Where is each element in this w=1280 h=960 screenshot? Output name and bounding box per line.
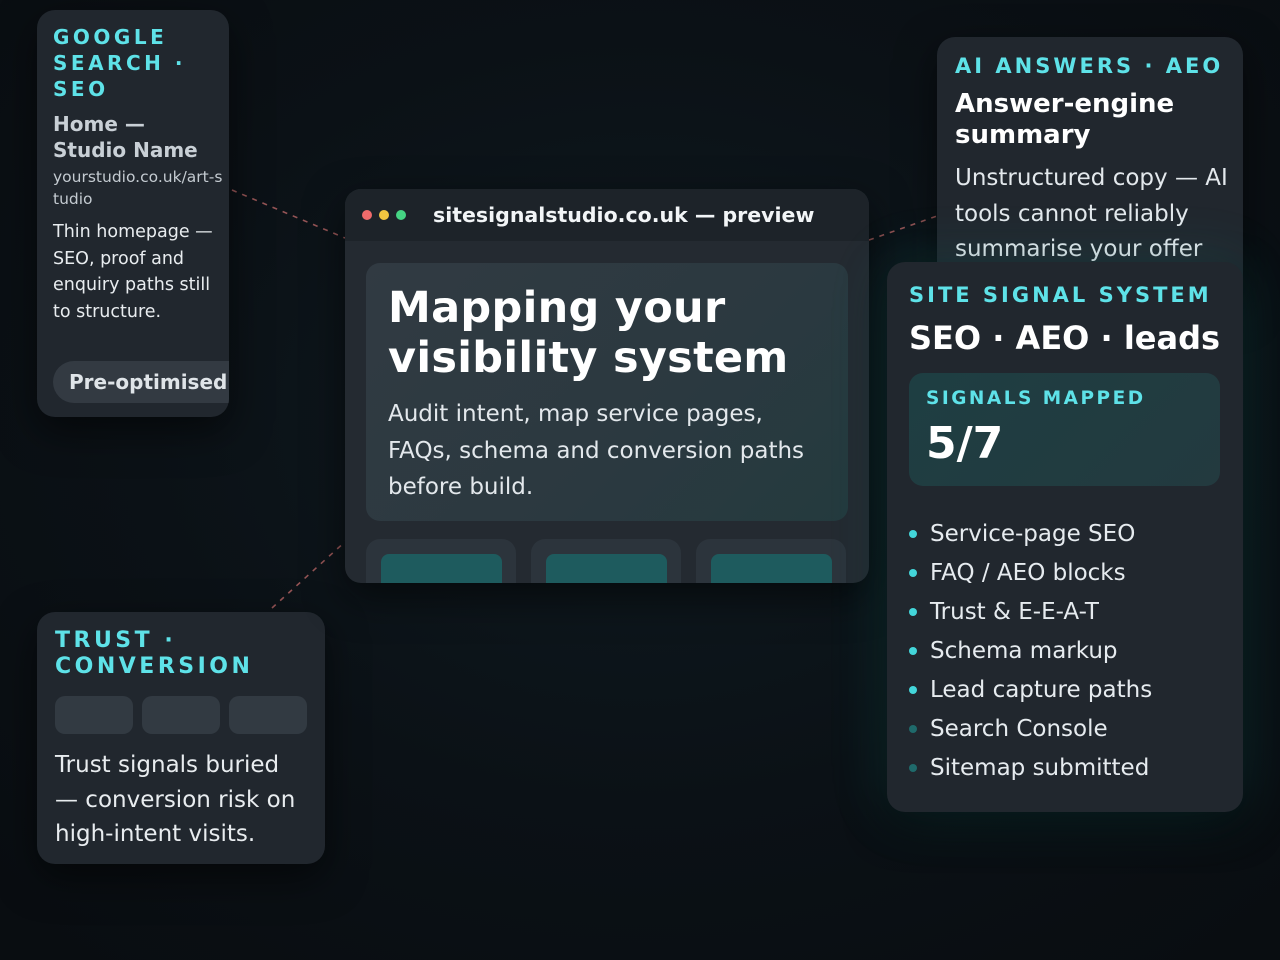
trust-placeholder-blocks bbox=[55, 696, 307, 734]
seo-card: GOOGLE SEARCH · SEO Home — Studio Name y… bbox=[37, 10, 229, 417]
trust-placeholder-block bbox=[55, 696, 133, 734]
list-item: Service-page SEO bbox=[909, 514, 1152, 553]
serp-url: yourstudio.co.uk/art-studio bbox=[53, 168, 223, 208]
preview-tile bbox=[366, 539, 516, 583]
browser-toolbar: sitesignalstudio.co.uk — preview bbox=[345, 189, 869, 241]
bullet-dot-icon bbox=[909, 529, 917, 538]
signal-label: Service-page SEO bbox=[930, 520, 1136, 547]
trust-placeholder-block bbox=[142, 696, 220, 734]
metric-label: SIGNALS MAPPED bbox=[926, 388, 1146, 409]
system-title: SEO · AEO · leads bbox=[909, 319, 1221, 357]
signal-label: Lead capture paths bbox=[930, 676, 1153, 703]
ai-title: Answer-engine summary bbox=[955, 89, 1175, 150]
seo-eyebrow: GOOGLE SEARCH · SEO bbox=[53, 25, 186, 101]
bullet-dot-icon bbox=[909, 568, 917, 577]
ai-eyebrow: AI ANSWERS · AEO bbox=[955, 54, 1224, 78]
metric-value: 5/7 bbox=[926, 418, 1004, 469]
bullet-dot-icon bbox=[909, 763, 917, 772]
bullet-dot-icon bbox=[909, 685, 917, 694]
close-dot-icon[interactable] bbox=[362, 210, 372, 220]
preview-tile-fill bbox=[711, 554, 832, 583]
signal-list: Service-page SEO FAQ / AEO blocks Trust … bbox=[909, 514, 1152, 787]
hero-subtitle: Audit intent, map service pages, FAQs, s… bbox=[388, 401, 805, 500]
signal-label: Trust & E-E-A-T bbox=[930, 598, 1099, 625]
trust-description: Trust signals buried — conversion risk o… bbox=[55, 752, 296, 847]
list-item: FAQ / AEO blocks bbox=[909, 553, 1152, 592]
status-pill: Pre-optimised bbox=[53, 361, 229, 403]
system-eyebrow: SITE SIGNAL SYSTEM bbox=[909, 283, 1212, 307]
trust-card: TRUST · CONVERSION Trust signals buried … bbox=[37, 612, 325, 864]
connector-trust-browser bbox=[271, 539, 348, 609]
preview-tile-fill bbox=[381, 554, 502, 583]
ai-answers-card: AI ANSWERS · AEO Answer-engine summary U… bbox=[937, 37, 1243, 297]
signal-label: Sitemap submitted bbox=[930, 754, 1150, 781]
browser-url[interactable]: sitesignalstudio.co.uk — preview bbox=[433, 203, 814, 227]
minimize-dot-icon[interactable] bbox=[379, 210, 389, 220]
serp-title: Home — Studio Name bbox=[53, 112, 198, 162]
list-item: Schema markup bbox=[909, 631, 1152, 670]
connector-browser-ai bbox=[868, 215, 938, 241]
signal-label: Schema markup bbox=[930, 637, 1118, 664]
trust-eyebrow: TRUST · CONVERSION bbox=[55, 628, 254, 679]
list-item: Search Console bbox=[909, 709, 1152, 748]
list-item: Sitemap submitted bbox=[909, 748, 1152, 787]
signal-label: FAQ / AEO blocks bbox=[930, 559, 1126, 586]
list-item: Lead capture paths bbox=[909, 670, 1152, 709]
preview-tile-fill bbox=[546, 554, 667, 583]
serp-description: Thin homepage — SEO, proof and enquiry p… bbox=[53, 222, 213, 322]
site-signal-system-card: SITE SIGNAL SYSTEM SEO · AEO · leads SIG… bbox=[887, 262, 1243, 812]
bullet-dot-icon bbox=[909, 724, 917, 733]
signals-mapped-metric: SIGNALS MAPPED 5/7 bbox=[909, 373, 1220, 486]
preview-tile bbox=[696, 539, 846, 583]
list-item: Trust & E-E-A-T bbox=[909, 592, 1152, 631]
signal-label: Search Console bbox=[930, 715, 1108, 742]
browser-preview: sitesignalstudio.co.uk — preview Mapping… bbox=[345, 189, 869, 583]
preview-tile bbox=[531, 539, 681, 583]
connector-seo-browser bbox=[231, 189, 346, 239]
trust-placeholder-block bbox=[229, 696, 307, 734]
bullet-dot-icon bbox=[909, 607, 917, 616]
hero-panel: Mapping your visibility system Audit int… bbox=[366, 263, 848, 521]
hero-title: Mapping your visibility system bbox=[388, 283, 789, 383]
maximize-dot-icon[interactable] bbox=[396, 210, 406, 220]
bullet-dot-icon bbox=[909, 646, 917, 655]
ai-description: Unstructured copy — AI tools cannot reli… bbox=[955, 165, 1228, 262]
